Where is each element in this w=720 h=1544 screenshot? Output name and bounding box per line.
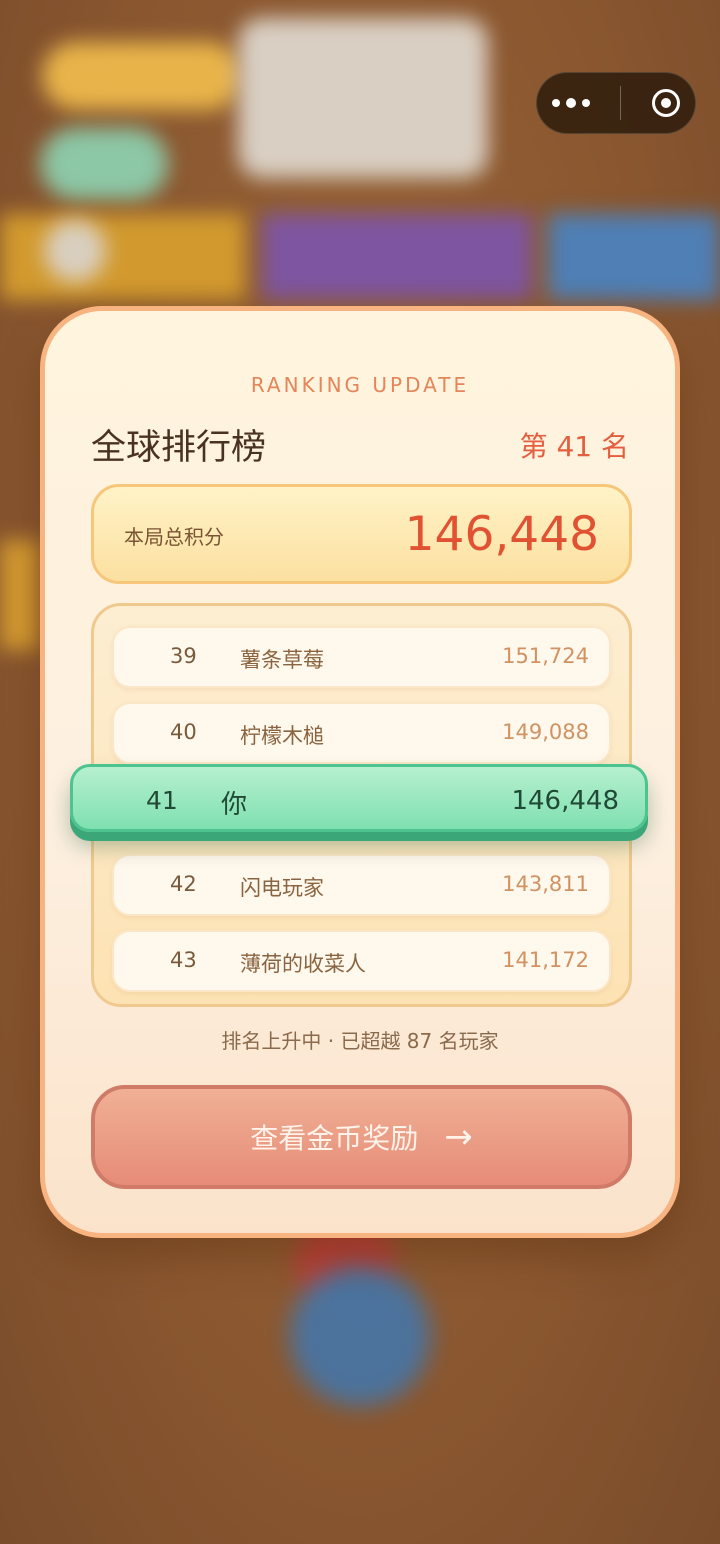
blurred-avatar xyxy=(44,220,106,282)
leaderboard-row: 40 柠檬木槌 149,088 xyxy=(112,702,611,764)
blurred-green-pill xyxy=(40,128,168,200)
row-score: 143,811 xyxy=(502,872,589,896)
row-score: 151,724 xyxy=(502,644,589,668)
capsule-divider xyxy=(620,86,622,120)
row-name: 闪电玩家 xyxy=(240,876,324,900)
row-rank: 42 xyxy=(170,872,197,896)
score-label: 本局总积分 xyxy=(124,525,224,549)
row-name: 柠檬木槌 xyxy=(240,724,324,748)
total-score-box: 本局总积分 146,448 xyxy=(91,484,632,584)
row-score: 149,088 xyxy=(502,720,589,744)
leaderboard-row: 42 闪电玩家 143,811 xyxy=(112,854,611,916)
blurred-purple-bar xyxy=(262,214,532,300)
player-score: 146,448 xyxy=(511,786,619,816)
row-rank: 39 xyxy=(170,644,197,668)
more-dots-icon[interactable] xyxy=(552,98,591,108)
blurred-card xyxy=(238,18,488,178)
player-name: 你 xyxy=(221,790,248,820)
mini-program-capsule xyxy=(536,72,696,134)
blurred-coin-pill xyxy=(42,42,242,110)
blurred-blue-bar xyxy=(548,214,720,300)
player-rank: 41 xyxy=(146,786,178,815)
row-rank: 43 xyxy=(170,948,197,972)
panel-title: 全球排行榜 xyxy=(91,428,267,468)
leaderboard-row: 43 薄荷的收菜人 141,172 xyxy=(112,930,611,992)
row-rank: 40 xyxy=(170,720,197,744)
ranking-kicker: RANKING UPDATE xyxy=(250,373,470,397)
view-coin-reward-button[interactable]: 查看金币奖励 → xyxy=(91,1085,632,1189)
row-name: 薯条草莓 xyxy=(240,648,324,672)
cta-label: 查看金币奖励 xyxy=(250,1122,419,1155)
row-name: 薄荷的收菜人 xyxy=(240,952,366,976)
blurred-yellow-bar xyxy=(0,214,245,300)
arrow-right-icon: → xyxy=(444,1117,473,1157)
current-player-row: 41 你 146,448 xyxy=(70,764,648,832)
blurred-side-block xyxy=(0,540,40,650)
row-score: 141,172 xyxy=(502,948,589,972)
rank-progress-note: 排名上升中 · 已超越 87 名玩家 xyxy=(221,1029,499,1053)
target-circle-icon[interactable] xyxy=(651,89,680,117)
current-rank: 第 41 名 xyxy=(519,430,629,463)
leaderboard-row: 39 薯条草莓 151,724 xyxy=(112,626,611,688)
score-value: 146,448 xyxy=(404,507,599,562)
